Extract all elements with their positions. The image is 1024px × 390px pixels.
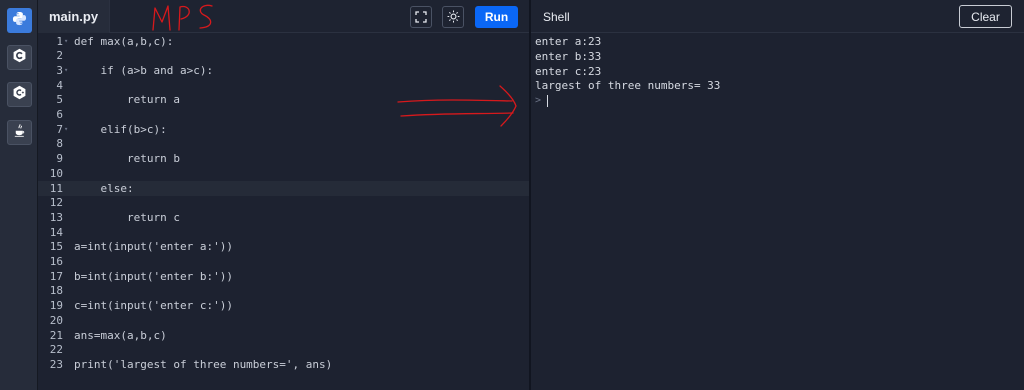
- shell-output-line: enter a:23: [535, 35, 602, 48]
- code-line[interactable]: 20: [38, 313, 529, 328]
- code-text: return a: [74, 93, 180, 107]
- code-line[interactable]: 13 return c: [38, 210, 529, 225]
- fold-chevron-icon[interactable]: ▾: [64, 34, 68, 49]
- fullscreen-icon: [415, 8, 427, 27]
- fold-chevron-icon[interactable]: ▾: [64, 63, 68, 78]
- code-line[interactable]: 19 c=int(input('enter c:')): [38, 298, 529, 313]
- shell-output-line: largest of three numbers= 33: [535, 79, 721, 92]
- code-text: else:: [74, 181, 134, 195]
- code-line[interactable]: 4: [38, 78, 529, 93]
- c-icon: [12, 48, 27, 67]
- editor-toolbar: main.py Run: [38, 0, 529, 33]
- line-number: 19: [49, 299, 63, 313]
- code-line[interactable]: 18: [38, 283, 529, 298]
- code-line[interactable]: 11 else:: [38, 180, 529, 196]
- line-number: 5: [56, 93, 63, 107]
- line-number: 1: [56, 34, 63, 48]
- code-line[interactable]: 3 ▾ if (a>b and a>c):: [38, 63, 529, 78]
- python-language-button[interactable]: [7, 8, 32, 33]
- shell-toolbar: Shell Clear: [531, 0, 1024, 33]
- language-sidebar: [0, 0, 38, 390]
- shell-cursor: [547, 95, 548, 107]
- line-number: 18: [49, 284, 63, 298]
- code-text: return c: [74, 210, 180, 224]
- code-line[interactable]: 14: [38, 225, 529, 240]
- code-line[interactable]: 2: [38, 48, 529, 63]
- code-line[interactable]: 1 ▾ def max(a,b,c):: [38, 34, 529, 49]
- code-text: if (a>b and a>c):: [74, 63, 214, 77]
- code-line[interactable]: 15 a=int(input('enter a:')): [38, 239, 529, 254]
- cpp-icon: [12, 85, 27, 104]
- fullscreen-button[interactable]: [410, 6, 432, 28]
- line-number: 9: [56, 152, 63, 166]
- line-number: 2: [56, 49, 63, 63]
- line-number: 20: [49, 313, 63, 327]
- code-text: elif(b>c):: [74, 122, 167, 136]
- code-line[interactable]: 9 return b: [38, 151, 529, 166]
- line-number: 13: [49, 210, 63, 224]
- line-number: 23: [49, 357, 63, 371]
- code-text: return b: [74, 152, 180, 166]
- code-line[interactable]: 23 print('largest of three numbers=', ans…: [38, 357, 529, 372]
- code-line[interactable]: 7 ▾ elif(b>c):: [38, 122, 529, 137]
- file-tab-main-py[interactable]: main.py: [38, 0, 110, 33]
- python-icon: [12, 11, 27, 30]
- code-line[interactable]: 10: [38, 166, 529, 181]
- line-number: 17: [49, 269, 63, 283]
- shell-prompt-icon: >: [535, 95, 542, 106]
- code-line[interactable]: 16: [38, 254, 529, 269]
- code-line[interactable]: 21 ans=max(a,b,c): [38, 328, 529, 343]
- code-line[interactable]: 8: [38, 136, 529, 151]
- line-number: 15: [49, 240, 63, 254]
- code-editor[interactable]: 1 ▾ def max(a,b,c): 2 3 ▾ if (a>b and a>c): 4 5…: [38, 33, 529, 390]
- cpp-language-button[interactable]: [7, 82, 32, 107]
- fold-chevron-icon[interactable]: ▾: [64, 122, 68, 137]
- line-number: 21: [49, 328, 63, 342]
- line-number: 4: [56, 78, 63, 92]
- shell-title: Shell: [543, 9, 570, 24]
- line-number: 6: [56, 108, 63, 121]
- shell-output[interactable]: enter a:23 enter b:33 enter c:23 largest…: [531, 33, 1024, 390]
- code-text: ans=max(a,b,c): [74, 328, 167, 342]
- line-number: 8: [56, 137, 63, 151]
- clear-button[interactable]: Clear: [959, 5, 1012, 28]
- c-language-button[interactable]: [7, 45, 32, 70]
- code-line[interactable]: 22: [38, 342, 529, 357]
- sun-icon: [447, 8, 460, 27]
- line-number: 12: [49, 196, 63, 210]
- code-text: b=int(input('enter b:')): [74, 269, 233, 283]
- code-line[interactable]: 5 return a: [38, 92, 529, 107]
- line-number: 22: [49, 343, 63, 357]
- line-number: 16: [49, 255, 63, 268]
- line-number: 7: [56, 122, 63, 136]
- line-number: 14: [49, 225, 63, 239]
- code-line[interactable]: 6: [38, 107, 529, 122]
- code-text: def max(a,b,c):: [74, 34, 174, 48]
- java-language-button[interactable]: [7, 120, 32, 145]
- line-number: 11: [49, 181, 63, 195]
- code-text: c=int(input('enter c:')): [74, 299, 233, 313]
- code-line[interactable]: 12: [38, 195, 529, 210]
- line-number: 3: [56, 63, 63, 77]
- run-button[interactable]: Run: [475, 6, 518, 28]
- line-number: 10: [49, 166, 63, 180]
- code-line[interactable]: 17 b=int(input('enter b:')): [38, 269, 529, 284]
- theme-toggle-button[interactable]: [442, 6, 464, 28]
- shell-output-line: enter c:23: [535, 65, 602, 78]
- code-text: print('largest of three numbers=', ans): [74, 357, 333, 371]
- java-icon: [12, 123, 27, 142]
- shell-output-line: enter b:33: [535, 50, 602, 63]
- code-text: a=int(input('enter a:')): [74, 240, 233, 254]
